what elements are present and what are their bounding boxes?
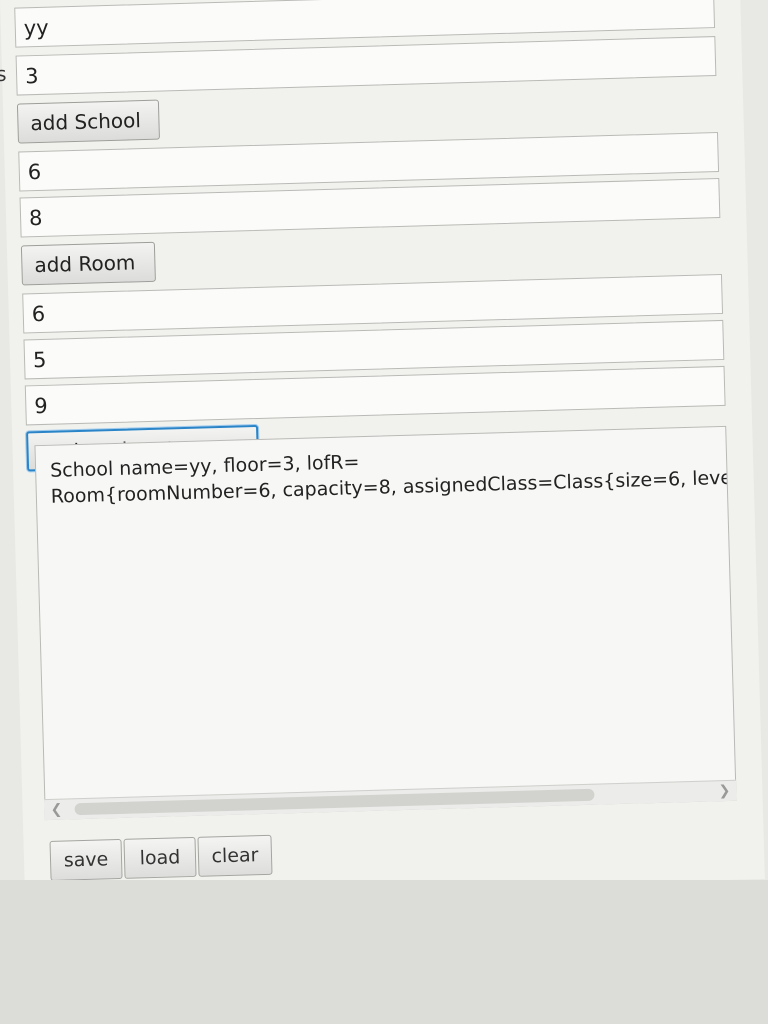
load-button[interactable]: load — [123, 836, 197, 879]
add-room-button[interactable]: add Room — [20, 241, 156, 286]
chevron-left-icon[interactable]: ❮ — [50, 800, 62, 820]
output-textarea[interactable]: School name=yy, floor=3, lofR= Room{room… — [34, 425, 737, 821]
desktop-background — [0, 880, 768, 1024]
save-button[interactable]: save — [49, 838, 123, 881]
app-window: s yy 3 add School 6 8 add Room 6 5 9 ass… — [0, 0, 765, 900]
chevron-right-icon[interactable]: ❯ — [718, 781, 730, 801]
clear-button[interactable]: clear — [197, 834, 273, 877]
side-label: s — [0, 61, 7, 87]
floor-field[interactable]: 3 — [15, 36, 717, 96]
add-school-button[interactable]: add School — [16, 99, 160, 144]
